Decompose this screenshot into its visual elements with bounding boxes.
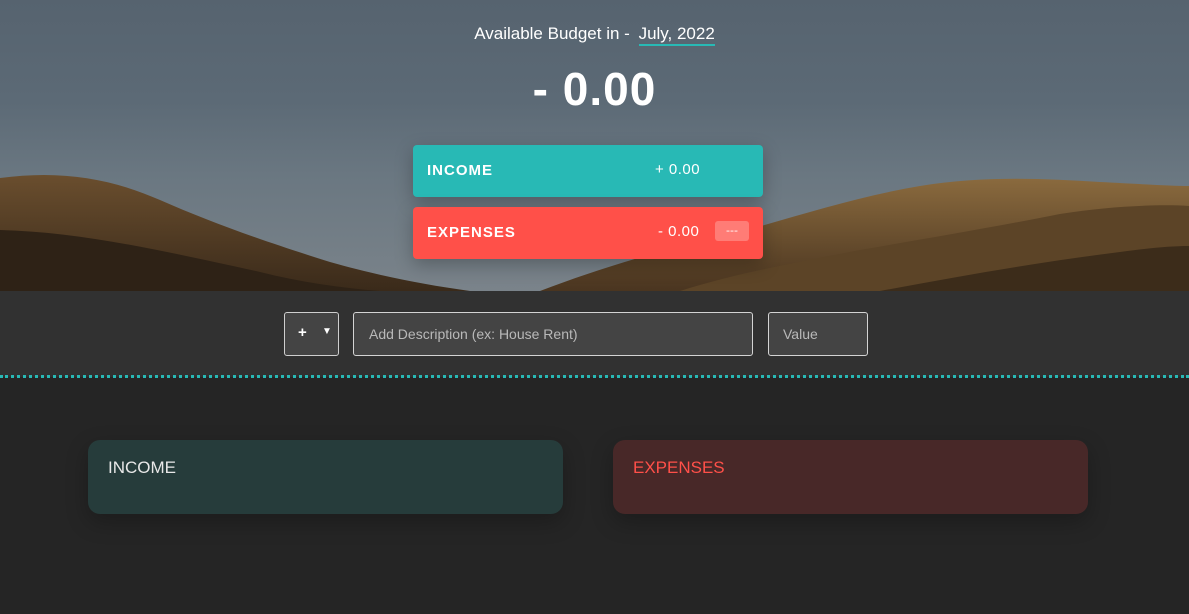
expenses-summary: Expenses - 0.00 --- bbox=[413, 207, 763, 259]
income-summary-label: Income bbox=[427, 162, 493, 179]
chevron-down-icon: ▼ bbox=[322, 326, 332, 337]
budget-header: Available Budget in - July, 2022 - 0.00 … bbox=[0, 0, 1189, 291]
add-type-selected: + bbox=[298, 324, 307, 341]
add-value-input[interactable] bbox=[768, 312, 868, 356]
expenses-list-title: Expenses bbox=[633, 458, 725, 477]
add-description-input[interactable] bbox=[353, 312, 753, 356]
expenses-list: Expenses bbox=[613, 440, 1088, 514]
expenses-summary-label: Expenses bbox=[427, 224, 516, 241]
income-summary-value: + 0.00 bbox=[655, 161, 701, 178]
budget-month: July, 2022 bbox=[638, 24, 715, 46]
add-type-select[interactable]: + ▼ bbox=[284, 312, 339, 356]
income-list-title: Income bbox=[108, 458, 176, 477]
section-divider bbox=[0, 375, 1189, 378]
income-summary: Income + 0.00 bbox=[413, 145, 763, 197]
expenses-summary-value: - 0.00 bbox=[658, 223, 700, 240]
budget-value: - 0.00 bbox=[532, 63, 657, 115]
income-list: Income bbox=[88, 440, 563, 514]
add-entry-bar: + ▼ bbox=[0, 291, 1189, 377]
expenses-percentage-badge: --- bbox=[715, 221, 749, 241]
budget-title: Available Budget in - July, 2022 bbox=[0, 24, 1189, 46]
budget-title-text: Available Budget in - bbox=[474, 24, 630, 43]
